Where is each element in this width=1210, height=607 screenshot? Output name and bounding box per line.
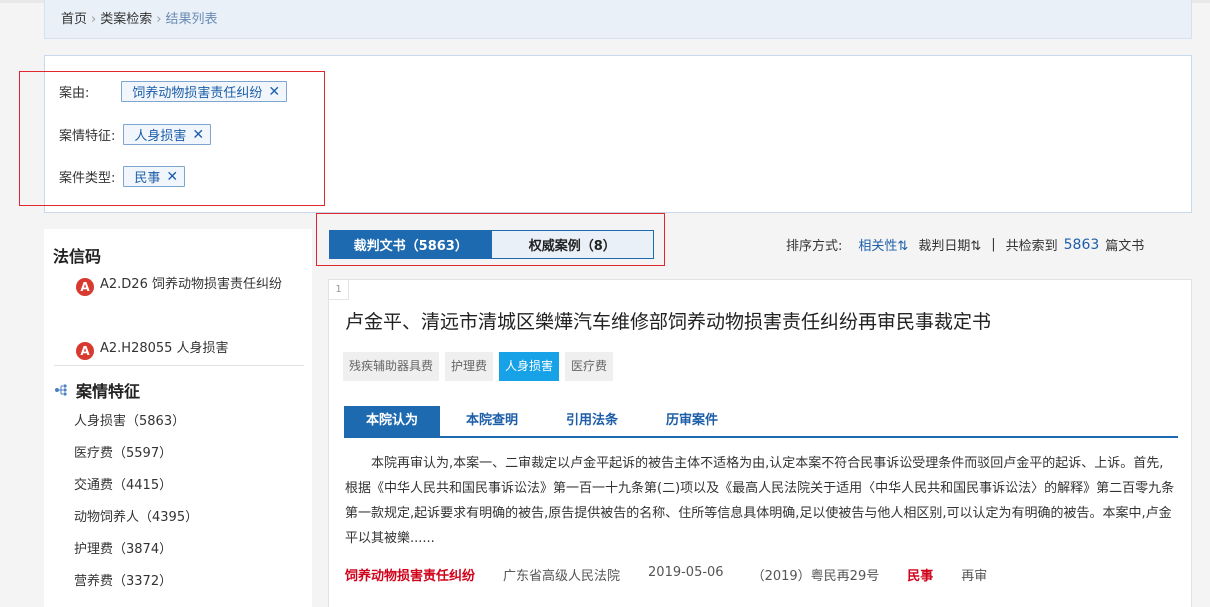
tab-authoritative-cases[interactable]: 权威案例（8） [491, 231, 653, 258]
sort-label: 排序方式: [786, 239, 843, 254]
sort-bar: 排序方式: 相关性⇅ 裁判日期⇅ | 共检索到 5863 篇文书 [786, 235, 1145, 255]
sort-relevance-label: 相关性 [858, 239, 898, 254]
keyword-tag[interactable]: 护理费 [445, 352, 494, 381]
tab-judgments[interactable]: 裁判文书（5863） [330, 231, 492, 258]
total-count: 5863 [1063, 236, 1100, 253]
filter-label: 案由: [59, 86, 90, 101]
sort-arrow-icon: ⇅ [970, 239, 982, 254]
close-icon[interactable]: ✕ [192, 127, 204, 143]
sort-divider: | [991, 237, 996, 252]
filter-tag-text: 民事 [134, 171, 161, 186]
law-code-icon: A [76, 342, 94, 360]
result-card: 1 卢金平、清远市清城区樂燁汽车维修部饲养动物损害责任纠纷再审民事裁定书 残疾辅… [328, 279, 1192, 607]
subtab-case-history[interactable]: 历审案件 [644, 406, 740, 436]
subtab-cited-laws[interactable]: 引用法条 [544, 406, 640, 436]
filter-tag-cause: 饲养动物损害责任纠纷 ✕ [121, 81, 288, 102]
law-code-icon: A [76, 278, 94, 296]
total-suffix: 篇文书 [1105, 239, 1145, 254]
result-index: 1 [329, 280, 349, 300]
breadcrumb: 首页 › 类案检索 › 结果列表 [44, 0, 1192, 39]
feature-item[interactable]: 营养费（3372） [74, 570, 294, 602]
feature-item[interactable]: 护理费（3874） [74, 538, 294, 570]
sidebar-code-text: A2.D26 饲养动物损害责任纠纷 [100, 277, 282, 292]
subtab-court-opinion[interactable]: 本院认为 [344, 406, 441, 436]
sidebar: 法信码 A A2.D26 饲养动物损害责任纠纷 A A2.H28055 人身损害 案… [44, 229, 312, 607]
filter-label: 案情特征: [59, 129, 116, 144]
breadcrumb-separator: › [156, 12, 162, 27]
sort-date-label: 裁判日期 [918, 239, 971, 254]
filter-tag-casetype: 民事 ✕ [123, 166, 186, 187]
meta-court: 广东省高级人民法院 [503, 569, 621, 584]
sidebar-divider [54, 365, 304, 366]
sort-relevance[interactable]: 相关性⇅ [858, 235, 908, 254]
filter-row-casetype: 案件类型: 民事 ✕ [59, 166, 186, 187]
sidebar-code-item[interactable]: A A2.D26 饲养动物损害责任纠纷 [76, 269, 296, 301]
result-title[interactable]: 卢金平、清远市清城区樂燁汽车维修部饲养动物损害责任纠纷再审民事裁定书 [345, 307, 991, 334]
result-meta: 饲养动物损害责任纠纷 广东省高级人民法院 2019-05-06 （2019）粤民… [345, 565, 1015, 584]
feature-item[interactable]: 交通费（4415） [74, 474, 294, 506]
filter-tag-text: 人身损害 [134, 129, 187, 144]
meta-cause[interactable]: 饲养动物损害责任纠纷 [345, 565, 475, 584]
keyword-tag-active[interactable]: 人身损害 [499, 352, 560, 381]
feature-item[interactable]: 动物饲养人（4395） [74, 506, 294, 538]
sidebar-title: 法信码 [53, 247, 102, 266]
sort-date[interactable]: 裁判日期⇅ [918, 235, 981, 254]
meta-procedure: 再审 [961, 569, 988, 584]
feature-list: 人身损害（5863） 医疗费（5597） 交通费（4415） 动物饲养人（439… [74, 410, 294, 602]
close-icon[interactable]: ✕ [166, 169, 178, 185]
breadcrumb-current: 结果列表 [165, 12, 218, 27]
total-prefix: 共检索到 [1005, 239, 1058, 254]
subtab-court-findings[interactable]: 本院查明 [444, 406, 540, 436]
meta-date: 2019-05-06 [648, 565, 724, 580]
keyword-tag[interactable]: 残疾辅助器具费 [343, 352, 440, 381]
meta-case-type: 民事 [907, 569, 934, 584]
result-subtabs: 本院认为 本院查明 引用法条 历审案件 [344, 406, 1178, 438]
filter-row-cause: 案由: 饲养动物损害责任纠纷 ✕ [59, 81, 288, 102]
sidebar-code-text: A2.H28055 人身损害 [100, 341, 229, 356]
doc-tabs: 裁判文书（5863） 权威案例（8） [329, 230, 654, 259]
sidebar-code-item[interactable]: A A2.H28055 人身损害 [76, 333, 296, 365]
filter-row-feature: 案情特征: 人身损害 ✕ [59, 124, 212, 145]
sort-arrow-icon: ⇅ [897, 239, 909, 254]
filter-label: 案件类型: [59, 171, 116, 186]
feature-item[interactable]: 医疗费（5597） [74, 442, 294, 474]
sidebar-section-label: 案情特征 [76, 382, 141, 401]
tree-icon [55, 384, 67, 396]
feature-item[interactable]: 人身损害（5863） [74, 410, 294, 442]
keyword-tag[interactable]: 医疗费 [565, 352, 614, 381]
result-excerpt: 本院再审认为,本案一、二审裁定以卢金平起诉的被告主体不适格为由,认定本案不符合民… [345, 456, 1175, 546]
filter-tag-feature: 人身损害 ✕ [123, 124, 212, 145]
filter-tag-text: 饲养动物损害责任纠纷 [132, 86, 263, 101]
sidebar-section-title: 案情特征 [54, 378, 140, 402]
breadcrumb-search[interactable]: 类案检索 [100, 12, 152, 27]
result-tags: 残疾辅助器具费 护理费 人身损害 医疗费 [343, 352, 619, 381]
breadcrumb-home[interactable]: 首页 [61, 12, 87, 27]
close-icon[interactable]: ✕ [268, 84, 280, 100]
meta-case-number: （2019）粤民再29号 [751, 569, 880, 584]
breadcrumb-separator: › [91, 12, 97, 27]
